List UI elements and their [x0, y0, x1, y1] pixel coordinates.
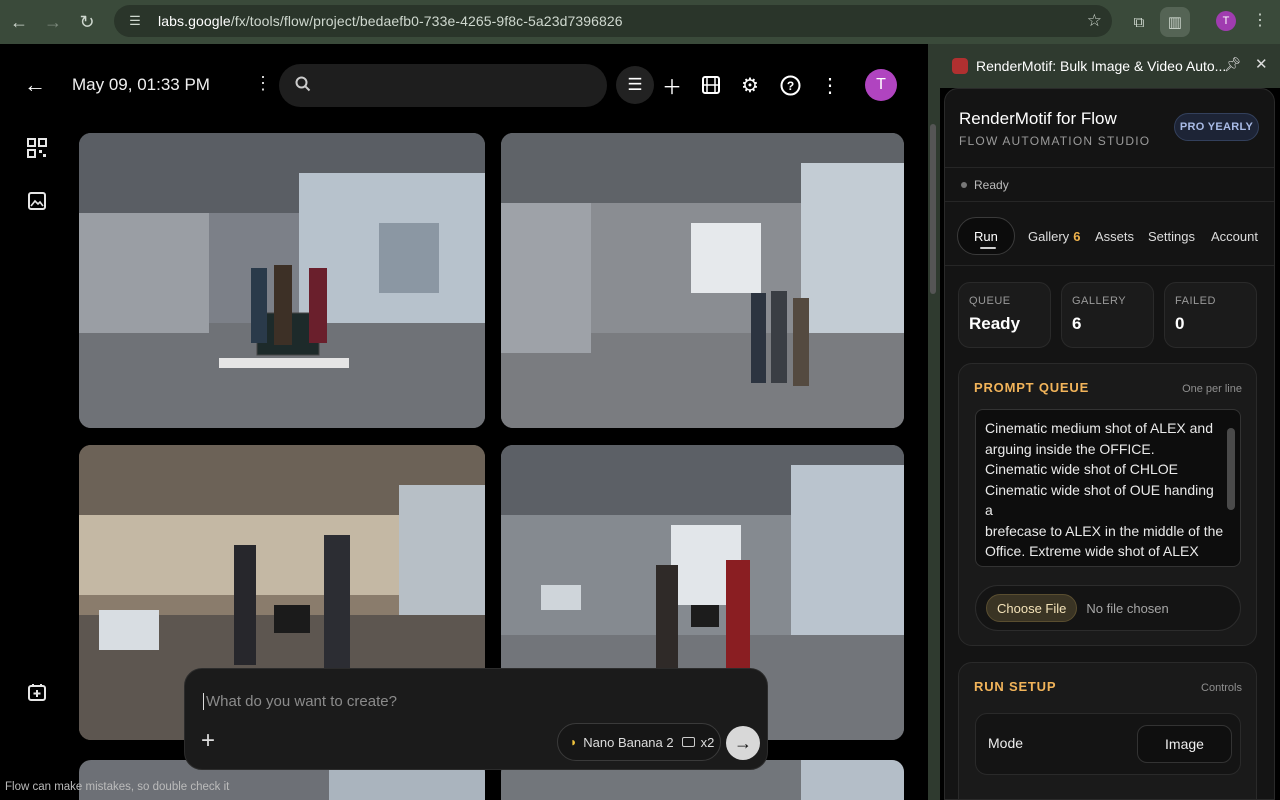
mode-row: Mode Image [975, 713, 1241, 775]
run-setup-hint: Controls [1201, 682, 1242, 694]
user-avatar[interactable]: T [865, 69, 897, 101]
back-icon[interactable]: ← [2, 5, 36, 39]
pin-icon[interactable]: 📌︎ [1224, 56, 1242, 73]
file-status: No file chosen [1086, 600, 1169, 616]
grid-view-icon[interactable] [24, 135, 50, 161]
prompt-input[interactable] [203, 693, 603, 710]
status-indicator: Ready [961, 178, 1009, 192]
address-bar[interactable]: ☰ labs.google/fx/tools/flow/project/beda… [114, 5, 1112, 37]
film-strip-icon[interactable] [692, 66, 730, 104]
tab-run[interactable]: Run [957, 217, 1015, 255]
settings-gear-icon[interactable]: ⚙ [731, 66, 769, 104]
stat-queue: QUEUE Ready [958, 282, 1051, 348]
prompt-line: brefecase to ALEX in the middle of the [985, 522, 1224, 539]
run-setup-heading: RUN SETUP [974, 679, 1057, 694]
add-to-collection-icon[interactable] [24, 679, 50, 705]
add-icon[interactable]: ＋ [653, 66, 691, 104]
disclaimer-text: Flow can make mistakes, so double check … [5, 781, 230, 793]
gallery-image-2[interactable] [501, 133, 904, 428]
browser-profile-avatar[interactable]: T [1216, 11, 1236, 31]
page-scrollbar-thumb[interactable] [930, 124, 936, 294]
gallery-count-badge: 6 [1073, 228, 1081, 244]
status-dot-icon [961, 182, 967, 188]
image-icon[interactable] [24, 188, 50, 214]
side-panel-header: RenderMotif: Bulk Image & Video Auto... … [940, 44, 1280, 88]
prompt-queue-heading: PROMPT QUEUE [974, 380, 1090, 395]
filter-icon[interactable]: ☰ [616, 66, 654, 104]
prompt-lines: Cinematic medium shot of ALEX and arguing… [985, 418, 1225, 567]
status-text: Ready [974, 178, 1009, 192]
prompt-line: Cinematic wide shot of OUE handing a [985, 481, 1214, 519]
tab-assets[interactable]: Assets [1095, 217, 1134, 255]
site-settings-icon[interactable]: ☰ [126, 12, 144, 30]
prompt-line: Office. Extreme wide shot of ALEX [985, 543, 1199, 559]
send-arrow-icon[interactable]: → [726, 726, 760, 760]
stat-value: Ready [969, 314, 1021, 333]
file-picker: Choose File No file chosen [975, 585, 1241, 631]
browser-menu-icon[interactable]: ⋮ [1252, 10, 1268, 30]
browser-toolbar: ← → ↻ ☰ labs.google/fx/tools/flow/projec… [0, 0, 1280, 44]
app-subtitle: FLOW AUTOMATION STUDIO [959, 134, 1151, 148]
more-options-icon[interactable]: ⋮ [811, 66, 849, 104]
app-title: RenderMotif for Flow [959, 109, 1117, 128]
project-timestamp: May 09, 01:33 PM [72, 75, 210, 94]
stat-label: FAILED [1175, 295, 1216, 307]
side-panel-icon[interactable]: ▥ [1160, 7, 1190, 37]
prompt-line: arguing inside the OFFICE. [985, 440, 1155, 457]
tab-gallery[interactable]: Gallery 6 [1028, 217, 1080, 255]
stat-label: QUEUE [969, 295, 1011, 307]
divider [945, 167, 1274, 168]
prompt-queue-hint: One per line [1182, 383, 1242, 395]
side-panel-title: RenderMotif: Bulk Image & Video Auto... [976, 58, 1227, 74]
flow-app: ← May 09, 01:33 PM ⋮ ☰ ＋ ⚙ ? ⋮ T What do… [0, 44, 928, 800]
reload-icon[interactable]: ↻ [70, 5, 104, 39]
model-selector[interactable]: ◗ Nano Banana 2 x2 [557, 723, 721, 761]
help-icon[interactable]: ? [771, 66, 809, 104]
aspect-ratio-icon [681, 737, 695, 747]
tab-settings[interactable]: Settings [1148, 217, 1195, 255]
search-bar[interactable] [279, 64, 607, 107]
plan-badge: PRO YEARLY [1174, 113, 1259, 141]
divider [945, 201, 1274, 202]
bookmark-star-icon[interactable]: ☆ [1087, 11, 1102, 31]
banana-icon: ◗ [570, 735, 578, 749]
prompt-line: Cinematic wide shot of CHLOE [985, 461, 1178, 477]
prompt-queue-card: PROMPT QUEUE One per line Cinematic medi… [958, 363, 1257, 646]
forward-icon[interactable]: → [36, 5, 70, 39]
add-media-icon[interactable]: + [201, 727, 215, 755]
textarea-scrollbar[interactable] [1226, 414, 1236, 564]
prompt-composer: + ◗ Nano Banana 2 x2 → [184, 668, 768, 770]
mode-select[interactable]: Image [1137, 725, 1232, 763]
extensions-icon[interactable]: ⧉ [1124, 7, 1154, 37]
search-icon [295, 76, 311, 96]
project-menu-icon[interactable]: ⋮ [254, 73, 272, 94]
stat-label: GALLERY [1072, 295, 1127, 307]
choose-file-button[interactable]: Choose File [986, 594, 1078, 622]
output-count: x2 [700, 734, 715, 750]
stat-gallery: GALLERY 6 [1061, 282, 1154, 348]
divider [945, 265, 1274, 266]
prompt-line: Cinematic medium shot of ALEX and [985, 420, 1214, 436]
prompt-queue-textarea[interactable]: Cinematic medium shot of ALEX and arguing… [975, 409, 1241, 567]
close-icon[interactable]: ✕ [1255, 55, 1268, 73]
prompt-line: of ALEX, SAM and CHLOE and CHLOE [985, 562, 1225, 567]
url-text: labs.google/fx/tools/flow/project/bedaef… [158, 13, 623, 29]
stat-value: 6 [1072, 314, 1082, 333]
run-setup-card: RUN SETUP Controls Mode Image [958, 662, 1257, 799]
scrollbar-thumb[interactable] [1227, 428, 1235, 510]
extension-logo-icon [952, 58, 968, 74]
stat-value: 0 [1175, 314, 1185, 333]
back-arrow-icon[interactable]: ← [24, 72, 46, 98]
gallery-image-1[interactable] [79, 133, 485, 428]
svg-text:?: ? [786, 79, 793, 93]
extension-panel: RenderMotif for Flow FLOW AUTOMATION STU… [944, 88, 1275, 800]
model-name: Nano Banana 2 [583, 734, 674, 750]
panel-divider [928, 44, 940, 800]
tab-bar: Run Gallery 6 Assets Settings Account [957, 217, 1272, 255]
tab-account[interactable]: Account [1211, 217, 1258, 255]
mode-label: Mode [988, 735, 1024, 751]
stat-failed: FAILED 0 [1164, 282, 1257, 348]
